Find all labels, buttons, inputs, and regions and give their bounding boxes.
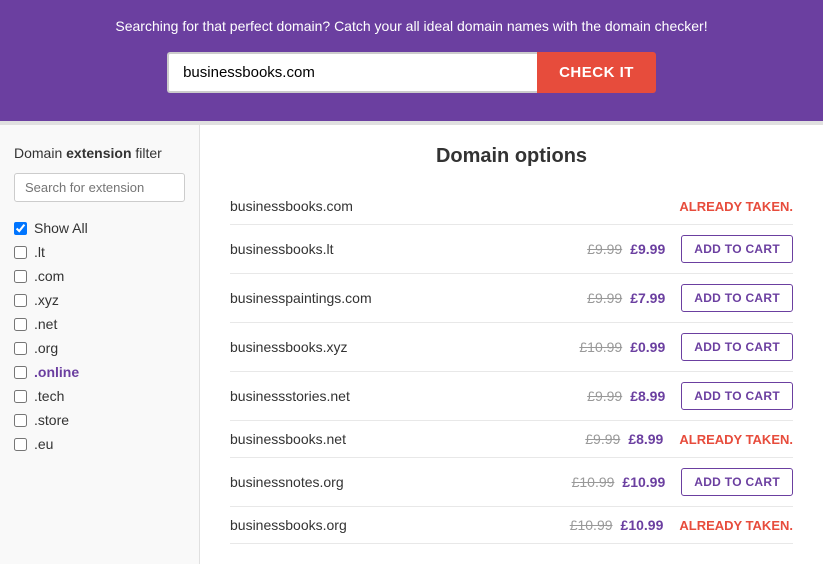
domain-row: businessnotes.org£10.99£10.99ADD TO CART — [230, 458, 793, 507]
filter-checkbox-org[interactable] — [14, 342, 27, 355]
sidebar-title-bold: extension — [66, 145, 131, 161]
price-original: £9.99 — [587, 241, 622, 257]
price-sale: £0.99 — [630, 339, 665, 355]
domain-name: businessnotes.org — [230, 474, 572, 490]
domain-name: businesspaintings.com — [230, 290, 587, 306]
domain-name: businessbooks.lt — [230, 241, 587, 257]
price-sale: £8.99 — [628, 431, 663, 447]
filter-item-eu[interactable]: .eu — [14, 432, 185, 456]
filter-item-store[interactable]: .store — [14, 408, 185, 432]
filter-label-xyz: .xyz — [34, 292, 59, 308]
filter-item-com[interactable]: .com — [14, 264, 185, 288]
domain-name: businessbooks.xyz — [230, 339, 579, 355]
domain-row: businessbooks.lt£9.99£9.99ADD TO CART — [230, 225, 793, 274]
domain-row: businessbooks.xyz£10.99 £0.99 ADD TO CART — [230, 323, 793, 372]
filter-label-lt: .lt — [34, 244, 45, 260]
filter-item-online[interactable]: .online — [14, 360, 185, 384]
search-bar: CHECK IT — [20, 52, 803, 93]
add-to-cart-button[interactable]: ADD TO CART — [681, 333, 793, 361]
price-original: £10.99 — [579, 339, 622, 355]
sidebar-title-prefix: Domain — [14, 145, 66, 161]
price-sale: £10.99 — [622, 474, 665, 490]
filter-item-org[interactable]: .org — [14, 336, 185, 360]
filter-label-net: .net — [34, 316, 57, 332]
filter-checkbox-tech[interactable] — [14, 390, 27, 403]
sidebar-title: Domain extension filter — [14, 145, 185, 161]
domain-row: businesspaintings.com£9.99 £7.99 ADD TO CA… — [230, 274, 793, 323]
filter-label-Show All: Show All — [34, 220, 88, 236]
filter-checkbox-net[interactable] — [14, 318, 27, 331]
add-to-cart-button[interactable]: ADD TO CART — [681, 284, 793, 312]
filter-label-online: .online — [34, 364, 79, 380]
filter-label-store: .store — [34, 412, 69, 428]
price-sale: £7.99 — [630, 290, 665, 306]
filter-checkbox-com[interactable] — [14, 270, 27, 283]
already-taken-label: ALREADY TAKEN. — [679, 518, 793, 533]
filter-checkbox-eu[interactable] — [14, 438, 27, 451]
price-original: £10.99 — [572, 474, 615, 490]
price-sale: £9.99 — [630, 241, 665, 257]
sidebar: Domain extension filter Show All .lt .com.… — [0, 125, 200, 564]
already-taken-label: ALREADY TAKEN. — [679, 432, 793, 447]
domain-row: businessbooks.net£9.99 £8.99 ALREADY TAKEN… — [230, 421, 793, 458]
add-to-cart-button[interactable]: ADD TO CART — [681, 468, 793, 496]
filter-item-net[interactable]: .net — [14, 312, 185, 336]
filter-label-com: .com — [34, 268, 64, 284]
filter-label-org: .org — [34, 340, 58, 356]
domain-rows: businessbooks.comALREADY TAKEN.businessb… — [230, 188, 793, 544]
price-original: £10.99 — [570, 517, 613, 533]
filter-checkbox-store[interactable] — [14, 414, 27, 427]
extension-search-input[interactable] — [14, 173, 185, 202]
domain-row: businessstories.net£9.99 £8.99 ADD TO CART — [230, 372, 793, 421]
check-button[interactable]: CHECK IT — [537, 52, 656, 93]
add-to-cart-button[interactable]: ADD TO CART — [681, 235, 793, 263]
filter-checkbox-lt[interactable] — [14, 246, 27, 259]
price-sale: £10.99 — [621, 517, 664, 533]
add-to-cart-button[interactable]: ADD TO CART — [681, 382, 793, 410]
content-title: Domain options — [230, 145, 793, 168]
domain-search-input[interactable] — [167, 52, 537, 93]
domain-name: businessbooks.com — [230, 198, 679, 214]
price-original: £9.99 — [585, 431, 620, 447]
domain-name: businessbooks.org — [230, 517, 570, 533]
already-taken-label: ALREADY TAKEN. — [679, 199, 793, 214]
page-header: Searching for that perfect domain? Catch… — [0, 0, 823, 121]
filter-checkbox-Show All[interactable] — [14, 222, 27, 235]
domain-name: businessstories.net — [230, 388, 587, 404]
filter-item-tech[interactable]: .tech — [14, 384, 185, 408]
filter-label-tech: .tech — [34, 388, 64, 404]
filter-checkbox-online[interactable] — [14, 366, 27, 379]
filter-item-Show All[interactable]: Show All — [14, 216, 185, 240]
sidebar-title-suffix: filter — [132, 145, 162, 161]
price-sale: £8.99 — [630, 388, 665, 404]
filter-item-xyz[interactable]: .xyz — [14, 288, 185, 312]
domain-row: businessbooks.comALREADY TAKEN. — [230, 188, 793, 225]
header-tagline: Searching for that perfect domain? Catch… — [20, 18, 803, 34]
domain-name: businessbooks.net — [230, 431, 585, 447]
filter-list: Show All .lt .com .xyz .net .org .online .tech.… — [14, 216, 185, 456]
content-area: Domain options businessbooks.comALREADY … — [200, 125, 823, 564]
price-original: £9.99 — [587, 388, 622, 404]
filter-label-eu: .eu — [34, 436, 53, 452]
price-original: £9.99 — [587, 290, 622, 306]
filter-item-lt[interactable]: .lt — [14, 240, 185, 264]
main-layout: Domain extension filter Show All .lt .com.… — [0, 125, 823, 564]
filter-checkbox-xyz[interactable] — [14, 294, 27, 307]
domain-row: businessbooks.org£10.99£10.99ALREADY TAK… — [230, 507, 793, 544]
